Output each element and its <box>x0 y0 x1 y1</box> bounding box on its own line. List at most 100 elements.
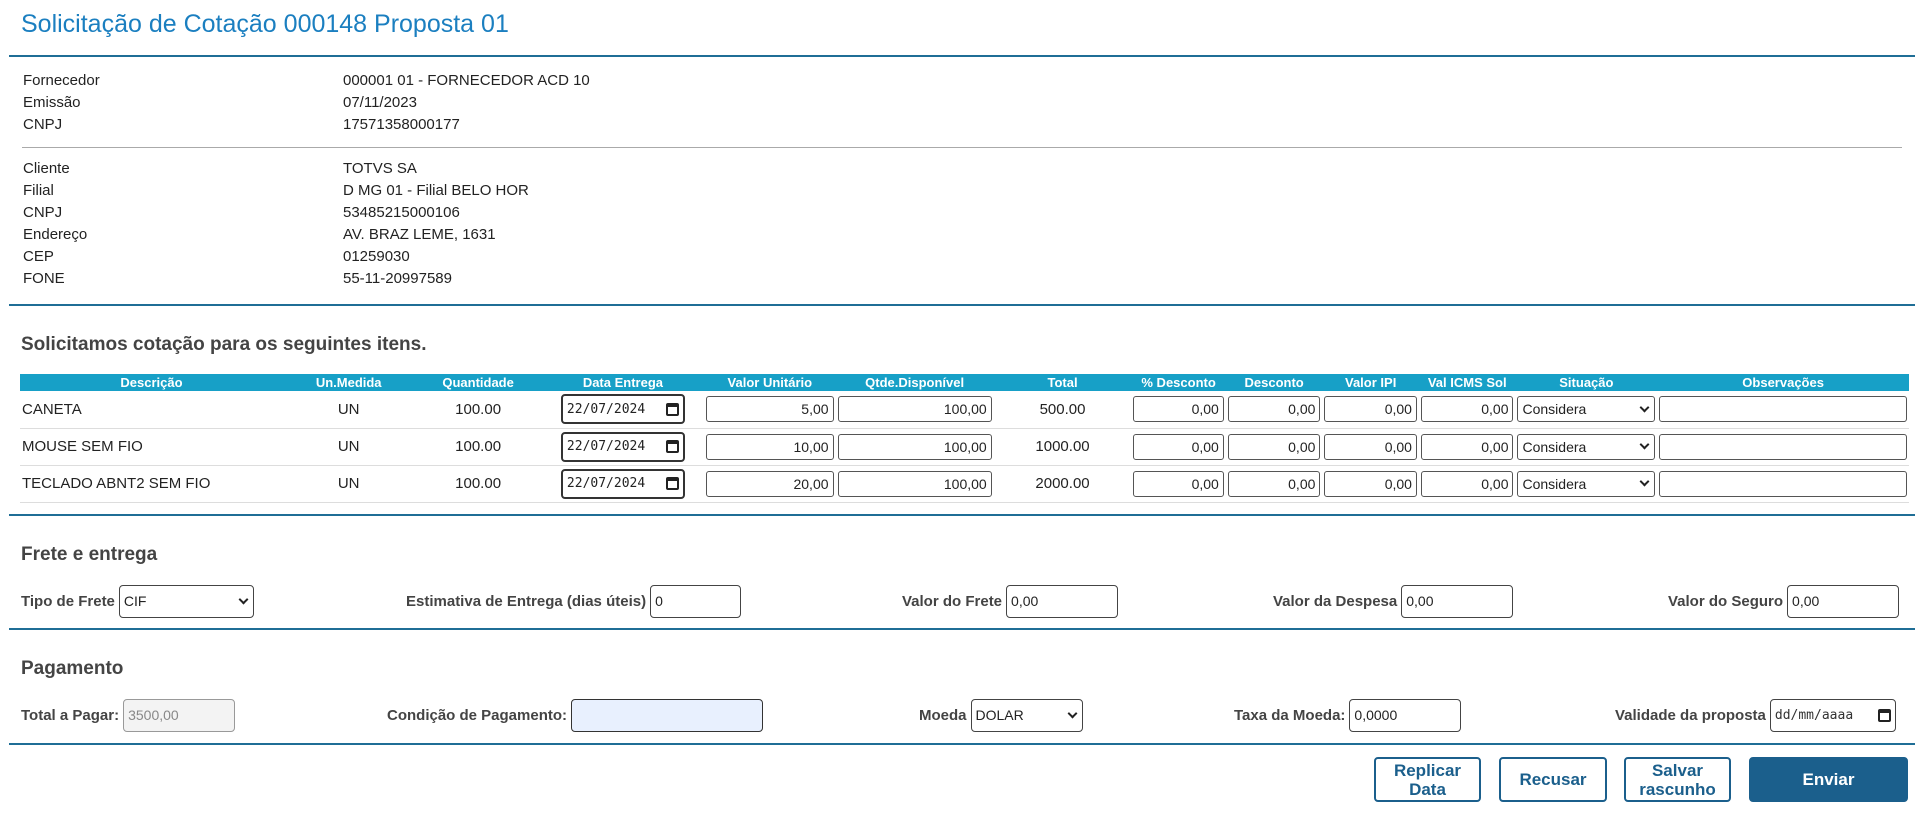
discount-pct-input[interactable]: 0,00 <box>1133 396 1224 423</box>
freight-value-input[interactable]: 0,00 <box>1006 584 1119 618</box>
discount-pct-input[interactable]: 0,00 <box>1133 470 1224 497</box>
info-value: 17571358000177 <box>343 116 460 133</box>
insurance-value-input[interactable]: 0,00 <box>1787 584 1900 618</box>
icms-sol-input[interactable]: 0,00 <box>1420 470 1514 497</box>
payment-condition-label: Condição de Pagamento: <box>387 706 568 724</box>
item-description: MOUSE SEM FIO <box>20 428 283 466</box>
item-quantity: 100.00 <box>414 428 542 466</box>
chevron-down-icon <box>1639 439 1650 450</box>
col-header: Total <box>993 374 1132 391</box>
currency-select[interactable]: DOLAR <box>970 698 1083 732</box>
info-label: FONE <box>23 270 65 287</box>
divider <box>22 147 1902 148</box>
replicate-date-label-line2: Data <box>1409 779 1446 799</box>
situation-select[interactable]: Considera <box>1517 433 1656 460</box>
delivery-estimate-label: Estimativa de Entrega (dias úteis) <box>406 592 647 610</box>
col-header: Descrição <box>20 374 283 391</box>
observations-input[interactable] <box>1659 433 1907 460</box>
currency-value: DOLAR <box>975 707 1024 723</box>
info-row: CEP 01259030 <box>23 246 923 268</box>
info-row: Endereço AV. BRAZ LEME, 1631 <box>23 224 923 246</box>
table-row: TECLADO ABNT2 SEM FIO UN 100.00 22/07/20… <box>20 465 1909 503</box>
delivery-date-input[interactable]: 22/07/2024 <box>560 468 685 499</box>
discount-input[interactable]: 0,00 <box>1227 433 1321 460</box>
exchange-rate-field: Taxa da Moeda: 0,0000 <box>1234 697 1462 733</box>
item-description: CANETA <box>20 391 283 429</box>
col-header: Valor IPI <box>1322 374 1419 391</box>
table-header-row: Descrição Un.Medida Quantidade Data Entr… <box>20 374 1909 391</box>
send-button[interactable]: Enviar <box>1749 757 1908 802</box>
ipi-input[interactable]: 0,00 <box>1324 433 1417 460</box>
table-row: MOUSE SEM FIO UN 100.00 22/07/2024 10,00… <box>20 428 1909 466</box>
item-total: 2000.00 <box>993 465 1132 503</box>
info-label: CEP <box>23 248 54 265</box>
refuse-button[interactable]: Recusar <box>1499 757 1607 802</box>
info-row: Fornecedor 000001 01 - FORNECEDOR ACD 10 <box>23 70 923 92</box>
freight-section-title: Frete e entrega <box>21 544 158 565</box>
situation-value: Considera <box>1522 401 1587 418</box>
delivery-date-input[interactable]: 22/07/2024 <box>560 431 685 462</box>
discount-input[interactable]: 0,00 <box>1227 396 1321 423</box>
available-qty-input[interactable]: 100,00 <box>837 396 992 423</box>
freight-form: Tipo de Frete CIF Estimativa de Entrega … <box>0 583 1920 619</box>
calendar-icon[interactable] <box>665 477 679 490</box>
ipi-input[interactable]: 0,00 <box>1324 396 1417 423</box>
calendar-icon[interactable] <box>665 402 679 416</box>
info-value: 53485215000106 <box>343 204 460 221</box>
observations-input[interactable] <box>1659 396 1907 423</box>
freight-type-select[interactable]: CIF <box>118 584 254 618</box>
item-total: 500.00 <box>993 391 1132 429</box>
col-header: Val ICMS Sol <box>1418 374 1516 391</box>
freight-value-field: Valor do Frete 0,00 <box>902 583 1119 619</box>
expense-value-input[interactable]: 0,00 <box>1401 584 1514 618</box>
available-qty-input[interactable]: 100,00 <box>837 470 992 497</box>
icms-sol-input[interactable]: 0,00 <box>1420 396 1514 423</box>
situation-select[interactable]: Considera <box>1517 396 1656 423</box>
items-table: Descrição Un.Medida Quantidade Data Entr… <box>20 374 1909 503</box>
info-value: D MG 01 - Filial BELO HOR <box>343 182 529 199</box>
delivery-date-input[interactable]: 22/07/2024 <box>560 394 685 425</box>
save-draft-button[interactable]: Salvar rascunho <box>1624 757 1731 802</box>
divider <box>9 514 1915 516</box>
payment-condition-input[interactable] <box>571 698 764 732</box>
info-label: Endereço <box>23 226 88 243</box>
available-qty-input[interactable]: 100,00 <box>837 433 992 460</box>
info-value: 07/11/2023 <box>343 94 417 111</box>
total-field: Total a Pagar: 3500,00 <box>21 697 236 733</box>
delivery-date-value: 22/07/2024 <box>566 439 646 454</box>
items-section-title: Solicitamos cotação para os seguintes it… <box>21 334 427 355</box>
discount-input[interactable]: 0,00 <box>1227 470 1321 497</box>
client-info: Cliente TOTVS SA Filial D MG 01 - Filial B… <box>23 158 923 290</box>
delivery-estimate-input[interactable]: 0 <box>650 584 742 618</box>
calendar-icon[interactable] <box>665 440 679 453</box>
info-value: 000001 01 - FORNECEDOR ACD 10 <box>343 72 590 89</box>
freight-type-field: Tipo de Frete CIF <box>21 583 254 619</box>
unit-price-input[interactable]: 10,00 <box>706 433 834 460</box>
delivery-date-value: 22/07/2024 <box>566 401 646 417</box>
divider <box>9 628 1915 630</box>
unit-price-input[interactable]: 20,00 <box>706 470 834 497</box>
observations-input[interactable] <box>1659 470 1907 497</box>
chevron-down-icon <box>1639 476 1650 487</box>
situation-value: Considera <box>1522 438 1587 455</box>
freight-type-value: CIF <box>123 593 147 609</box>
discount-pct-input[interactable]: 0,00 <box>1133 433 1224 460</box>
ipi-input[interactable]: 0,00 <box>1324 470 1417 497</box>
situation-select[interactable]: Considera <box>1517 470 1656 497</box>
replicate-date-label-line1: Replicar <box>1393 760 1462 780</box>
info-label: Filial <box>23 182 54 199</box>
unit-price-input[interactable]: 5,00 <box>706 396 834 423</box>
freight-value-label: Valor do Frete <box>902 592 1003 610</box>
validity-date-input[interactable]: dd/mm/aaaa <box>1769 698 1896 732</box>
info-row: CNPJ 17571358000177 <box>23 114 923 136</box>
icms-sol-input[interactable]: 0,00 <box>1420 433 1514 460</box>
save-draft-label-line1: Salvar <box>1651 760 1704 780</box>
payment-section-title: Pagamento <box>21 658 124 679</box>
currency-field: Moeda DOLAR <box>919 697 1083 733</box>
info-label: Cliente <box>23 160 70 177</box>
calendar-icon[interactable] <box>1877 708 1891 722</box>
exchange-rate-input[interactable]: 0,0000 <box>1349 698 1462 732</box>
payment-form: Total a Pagar: 3500,00 Condição de Pagam… <box>0 697 1920 733</box>
replicate-date-button[interactable]: Replicar Data <box>1374 757 1481 802</box>
total-input[interactable]: 3500,00 <box>123 698 236 732</box>
